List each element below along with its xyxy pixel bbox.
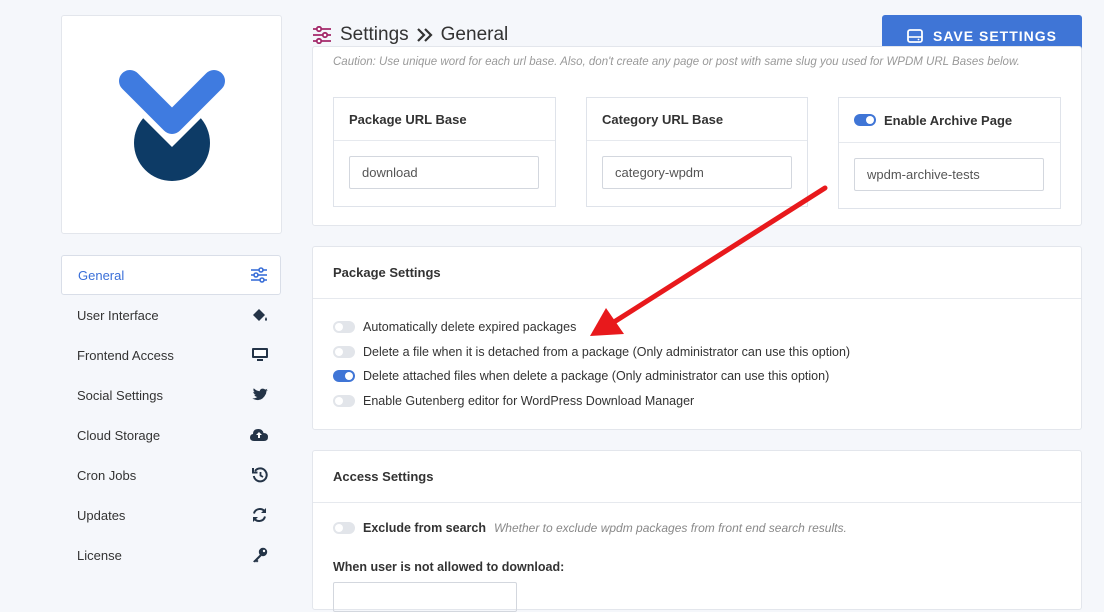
history-icon	[252, 467, 268, 483]
logo-panel	[61, 15, 282, 234]
sidebar-item-label: Frontend Access	[77, 347, 174, 363]
sidebar-item-license[interactable]: License	[61, 535, 281, 575]
access-settings-title: Access Settings	[313, 451, 1081, 503]
archive-page-header: Enable Archive Page	[839, 98, 1060, 143]
exclude-from-search-toggle[interactable]	[333, 522, 355, 534]
not-allowed-select[interactable]	[333, 582, 517, 612]
archive-page-toggle[interactable]	[854, 114, 876, 126]
option-label: Automatically delete expired packages	[363, 320, 577, 335]
archive-page-panel: Enable Archive Page	[838, 97, 1061, 209]
url-settings-card: Caution: Use unique word for each url ba…	[312, 46, 1082, 226]
package-url-label: Package URL Base	[334, 98, 555, 141]
option-label: Delete attached files when delete a pack…	[363, 369, 830, 384]
wpdm-logo	[117, 68, 227, 181]
sidebar-item-cron-jobs[interactable]: Cron Jobs	[61, 455, 281, 495]
sidebar-item-cloud-storage[interactable]: Cloud Storage	[61, 415, 281, 455]
sidebar-item-label: General	[78, 267, 125, 283]
not-allowed-label: When user is not allowed to download:	[333, 560, 565, 574]
option-label: Delete a file when it is detached from a…	[363, 344, 851, 359]
sliders-icon	[251, 267, 267, 283]
package-url-input[interactable]	[349, 156, 539, 189]
page-title: Settings General	[312, 24, 508, 46]
sidebar-item-social-settings[interactable]: Social Settings	[61, 375, 281, 415]
auto-delete-expired-toggle[interactable]	[333, 321, 355, 334]
sidebar-item-user-interface[interactable]: User Interface	[61, 295, 281, 335]
package-url-panel: Package URL Base	[333, 97, 556, 207]
delete-attached-files-toggle[interactable]	[333, 370, 355, 383]
save-settings-label: SAVE SETTINGS	[933, 28, 1057, 44]
desktop-icon	[252, 348, 268, 361]
archive-page-label: Enable Archive Page	[884, 112, 1013, 128]
option-auto-delete-expired: Automatically delete expired packages	[333, 315, 1061, 340]
sidebar-item-frontend-access[interactable]: Frontend Access	[61, 335, 281, 375]
delete-detached-file-toggle[interactable]	[333, 345, 355, 358]
title-settings: Settings	[340, 24, 409, 45]
exclude-from-search-row: Exclude from search Whether to exclude w…	[333, 521, 847, 535]
sidebar-item-label: Cloud Storage	[77, 427, 161, 443]
sidebar-item-updates[interactable]: Updates	[61, 495, 281, 535]
archive-page-input[interactable]	[854, 158, 1044, 191]
sidebar-item-label: License	[77, 547, 122, 563]
package-settings-card: Package Settings Automatically delete ex…	[312, 246, 1082, 430]
cloud-upload-icon	[250, 429, 268, 441]
sidebar-item-label: Cron Jobs	[77, 467, 137, 483]
settings-sidebar: General User Interface Frontend Access S…	[61, 255, 281, 575]
caution-text: Caution: Use unique word for each url ba…	[333, 56, 1020, 68]
category-url-panel: Category URL Base	[586, 97, 808, 207]
category-url-input[interactable]	[602, 156, 792, 189]
double-chevron-right-icon	[416, 28, 433, 42]
gutenberg-editor-toggle[interactable]	[333, 394, 355, 407]
option-gutenberg-editor: Enable Gutenberg editor for WordPress Do…	[333, 389, 1061, 414]
access-settings-card: Access Settings Exclude from search Whet…	[312, 450, 1082, 612]
exclude-from-search-label: Exclude from search	[363, 521, 486, 535]
key-icon	[253, 547, 268, 563]
sidebar-item-general[interactable]: General	[61, 255, 281, 295]
sidebar-item-label: Social Settings	[77, 387, 163, 403]
twitter-icon	[252, 388, 268, 401]
sidebar-item-label: Updates	[77, 507, 126, 523]
category-url-label: Category URL Base	[587, 98, 807, 141]
sidebar-item-label: User Interface	[77, 307, 159, 323]
hard-drive-icon	[907, 29, 923, 43]
paint-bucket-icon	[253, 309, 267, 321]
title-general: General	[440, 24, 509, 45]
exclude-from-search-hint: Whether to exclude wpdm packages from fr…	[493, 521, 847, 535]
package-settings-title: Package Settings	[313, 247, 1081, 299]
option-label: Enable Gutenberg editor for WordPress Do…	[363, 393, 695, 408]
option-delete-attached-files: Delete attached files when delete a pack…	[333, 364, 1061, 389]
option-delete-detached-file: Delete a file when it is detached from a…	[333, 340, 1061, 365]
sync-icon	[253, 508, 266, 522]
sliders-icon	[313, 26, 331, 44]
